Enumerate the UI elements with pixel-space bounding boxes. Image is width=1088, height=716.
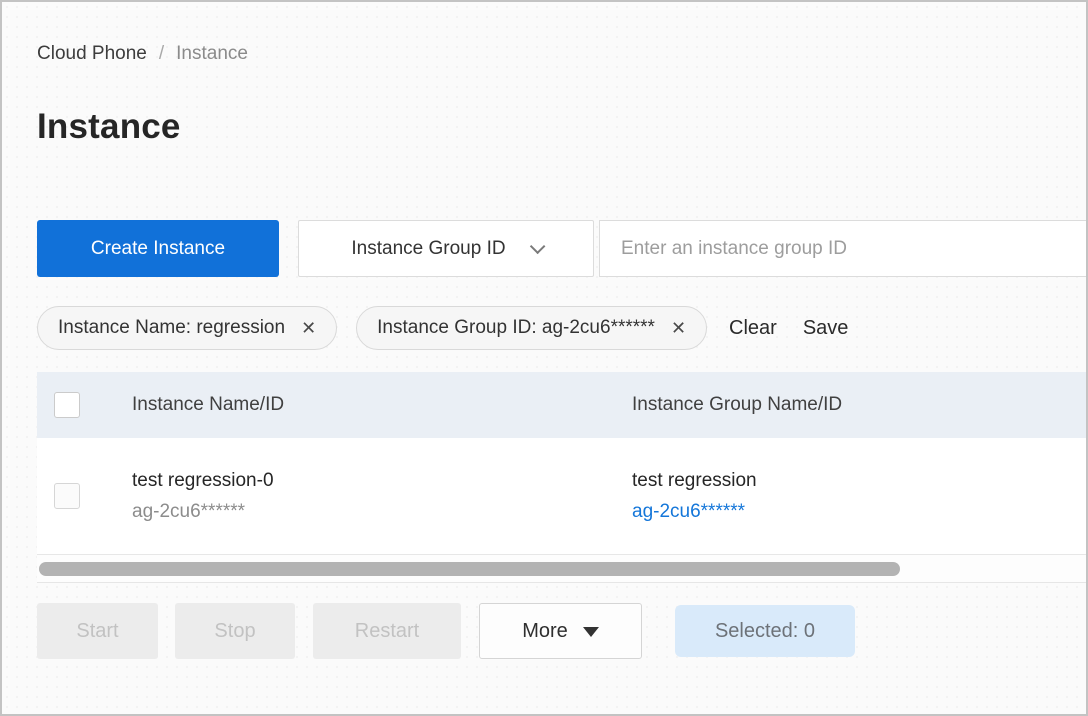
stop-button: Stop (175, 603, 295, 659)
column-header-instance-group-name-id: Instance Group Name/ID (632, 394, 843, 415)
filter-field-selector-label: Instance Group ID (351, 237, 506, 259)
toolbar: Create Instance Instance Group ID (37, 220, 1086, 277)
select-all-checkbox[interactable] (54, 392, 80, 418)
horizontal-scrollbar-thumb[interactable] (39, 562, 900, 576)
selected-count-badge: Selected: 0 (675, 605, 855, 657)
close-icon[interactable]: ✕ (301, 319, 316, 337)
start-button: Start (37, 603, 158, 659)
breadcrumb-cloud-phone[interactable]: Cloud Phone (37, 43, 147, 65)
caret-down-icon (582, 627, 599, 637)
search-box (599, 220, 1086, 277)
breadcrumb-separator: / (158, 43, 165, 64)
page-title: Instance (37, 107, 181, 146)
clear-filters-button[interactable]: Clear (729, 317, 777, 340)
instance-table: Instance Name/ID Instance Group Name/ID … (37, 372, 1086, 555)
filter-tag-label: Instance Name: regression (58, 317, 286, 338)
column-header-instance-name-id: Instance Name/ID (132, 394, 285, 415)
filter-tag-instance-name: Instance Name: regression ✕ (37, 306, 338, 350)
filter-field-selector[interactable]: Instance Group ID (298, 220, 594, 277)
search-input[interactable] (621, 237, 1086, 260)
instance-group-name-id-cell: test regression ag-2cu6****** (632, 470, 1086, 523)
instance-id: ag-2cu6****** (132, 500, 246, 522)
filter-row: Instance Name: regression ✕ Instance Gro… (37, 306, 1086, 350)
horizontal-scrollbar-track[interactable] (37, 555, 1086, 583)
create-instance-button[interactable]: Create Instance (37, 220, 279, 277)
instance-group-id-link[interactable]: ag-2cu6****** (632, 501, 1086, 523)
save-filters-button[interactable]: Save (803, 317, 849, 340)
instance-name: test regression-0 (132, 469, 274, 491)
row-checkbox[interactable] (54, 483, 80, 509)
restart-button: Restart (313, 603, 461, 659)
cloud-phone-instance-page: Cloud Phone / Instance Instance Create I… (0, 0, 1088, 716)
more-button-label: More (522, 619, 568, 642)
table-header-row: Instance Name/ID Instance Group Name/ID (37, 372, 1086, 438)
filter-tag-instance-group-id: Instance Group ID: ag-2cu6****** ✕ (356, 306, 708, 350)
breadcrumb-instance: Instance (176, 43, 248, 64)
table-header-checkbox-cell (37, 392, 132, 418)
row-checkbox-cell (37, 483, 132, 509)
instance-group-name: test regression (632, 469, 757, 491)
chevron-down-icon (529, 238, 545, 255)
close-icon[interactable]: ✕ (671, 319, 686, 337)
breadcrumb: Cloud Phone / Instance (37, 43, 248, 65)
footer-actions: Start Stop Restart More Selected: 0 (37, 603, 1086, 659)
more-button[interactable]: More (479, 603, 642, 659)
filter-tag-label: Instance Group ID: ag-2cu6****** (377, 317, 655, 338)
instance-name-id-cell: test regression-0 ag-2cu6****** (132, 470, 632, 523)
table-row: test regression-0 ag-2cu6****** test reg… (37, 438, 1086, 555)
